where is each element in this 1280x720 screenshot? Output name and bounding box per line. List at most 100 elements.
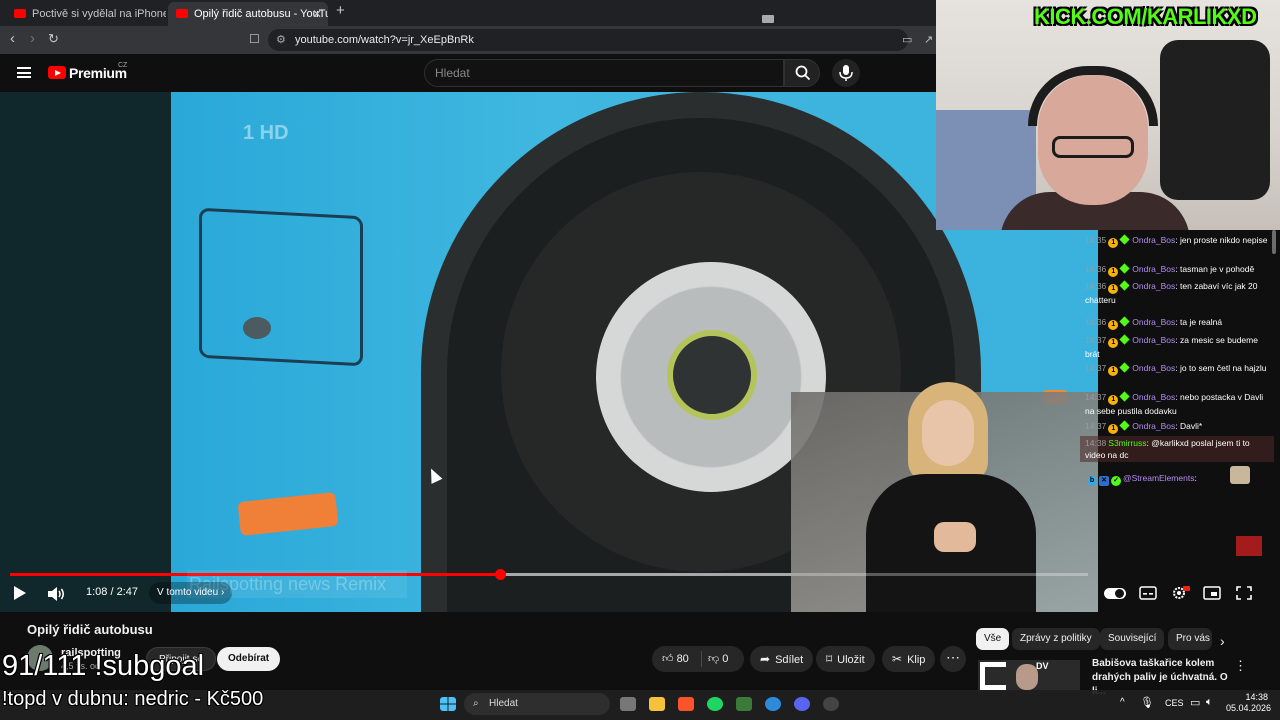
thumbs-down-icon: 👎︎ bbox=[708, 653, 720, 665]
chat-message: 14:37 1 Ondra_Bos: jo to sem četl na hajzl… bbox=[1085, 362, 1267, 376]
chat-message: 14:38 S3mirruss: @karlikxd poslal jsem ti… bbox=[1085, 438, 1250, 460]
browser-toolbar: ‹ › ↻ ☐ ⚙ youtube.com/watch?v=jr_XeEpBnR… bbox=[0, 26, 936, 54]
task-view-icon[interactable] bbox=[620, 697, 636, 711]
obs-icon[interactable] bbox=[823, 697, 839, 711]
youtube-favicon-icon bbox=[14, 9, 26, 18]
dislike-button[interactable]: 👎︎ 0 bbox=[708, 646, 728, 672]
chat-scrollbar[interactable] bbox=[1272, 230, 1276, 254]
region-code: CZ bbox=[118, 62, 128, 69]
bus-side-lamp bbox=[237, 491, 339, 537]
chat-emote-icon bbox=[1230, 466, 1250, 484]
bookmark-icon[interactable]: ☐ bbox=[249, 32, 260, 46]
windows-start-icon[interactable] bbox=[440, 697, 456, 711]
bookmark-icon: ⌑ bbox=[826, 652, 833, 666]
thumbnail-person bbox=[1016, 664, 1038, 690]
save-label: Uložit bbox=[837, 654, 865, 666]
settings-gear-icon[interactable] bbox=[1170, 585, 1190, 601]
thumbnail-graphic bbox=[980, 662, 1006, 690]
youtube-header: Premium CZ Hledat bbox=[0, 54, 936, 92]
keyboard-language[interactable]: CES bbox=[1165, 698, 1184, 708]
search-button[interactable] bbox=[784, 59, 820, 87]
site-info-icon[interactable]: ⚙ bbox=[276, 29, 286, 51]
file-explorer-icon[interactable] bbox=[649, 697, 665, 711]
browser-tab-bar: Poctivě si vydělal na iPhone, policie Op… bbox=[0, 0, 936, 26]
dislike-count: 0 bbox=[722, 653, 729, 665]
scissors-icon: ✂ bbox=[892, 652, 903, 666]
youtube-logo-icon[interactable] bbox=[48, 66, 66, 79]
chat-message: 14:36 1 Ondra_Bos: tasman je v pohodě bbox=[1085, 263, 1255, 277]
keyboard-icon[interactable] bbox=[762, 15, 774, 23]
interpreter-hands bbox=[934, 522, 976, 552]
browser-tab-2[interactable]: Opilý řidič autobusu - YouTube ✕ bbox=[168, 2, 328, 26]
chip-politics[interactable]: Zprávy z politiky bbox=[1012, 628, 1100, 650]
back-icon[interactable]: ‹ bbox=[10, 30, 15, 47]
fullscreen-icon[interactable] bbox=[1234, 585, 1254, 601]
spotify-icon[interactable] bbox=[707, 697, 723, 711]
voice-search-button[interactable] bbox=[832, 59, 860, 87]
ccleaner-icon[interactable] bbox=[765, 697, 781, 711]
search-input[interactable]: Hledat bbox=[424, 59, 784, 87]
chevron-up-icon[interactable]: ^ bbox=[1120, 697, 1125, 708]
chapter-button[interactable]: V tomto videu › bbox=[149, 582, 233, 604]
webcam-gaming-chair bbox=[1160, 40, 1270, 200]
more-actions-icon[interactable]: ⋯ bbox=[940, 646, 966, 672]
tab-title: Opilý řidič autobusu - YouTube bbox=[194, 8, 328, 20]
recommendation-thumbnail[interactable]: DV bbox=[978, 660, 1080, 690]
bus-panel bbox=[199, 207, 363, 367]
discord-icon[interactable] bbox=[794, 697, 810, 711]
reload-icon[interactable]: ↻ bbox=[48, 31, 59, 47]
chapter-label: V tomto videu bbox=[157, 587, 219, 598]
channel-badge-icon[interactable] bbox=[1236, 536, 1262, 556]
bus-panel-knob bbox=[243, 317, 271, 339]
chip-related[interactable]: Související bbox=[1100, 628, 1165, 650]
share-label: Sdílet bbox=[775, 654, 804, 666]
youtube-favicon-icon bbox=[176, 9, 188, 18]
clip-button[interactable]: ✂ Klip bbox=[882, 646, 936, 672]
play-icon[interactable] bbox=[14, 586, 26, 600]
webcam-glasses bbox=[1052, 136, 1134, 158]
notepad-icon[interactable] bbox=[736, 697, 752, 711]
chat-message: 14:37 1 Ondra_Bos: nebo postacka v Davli n… bbox=[1085, 391, 1264, 416]
forward-icon[interactable]: › bbox=[30, 30, 35, 47]
clock-time: 14:38 bbox=[1245, 692, 1268, 702]
autoplay-toggle[interactable] bbox=[1104, 588, 1126, 599]
share-button[interactable]: ➦ Sdílet bbox=[750, 646, 814, 672]
chevron-right-icon[interactable]: › bbox=[1220, 633, 1225, 649]
cast-icon[interactable]: ▭ bbox=[902, 33, 912, 46]
video-player[interactable]: 1 HD bbox=[0, 92, 1098, 612]
search-icon bbox=[795, 65, 811, 81]
volume-icon[interactable] bbox=[48, 587, 66, 601]
thumbs-up-icon: 👍︎ bbox=[662, 653, 674, 665]
taskbar-search[interactable]: ⌕ Hledat bbox=[464, 693, 610, 715]
stream-chat: 14:35 1 Ondra_Bos: jen proste nikdo nepise… bbox=[1080, 230, 1280, 492]
speaker-icon[interactable]: 🔈︎ bbox=[1206, 696, 1213, 709]
clip-label: Klip bbox=[907, 654, 926, 666]
kick-url-overlay: KICK.COM/KARLIKXD bbox=[1034, 4, 1257, 29]
interpreter-face bbox=[922, 400, 974, 466]
more-options-icon[interactable]: ⋮ bbox=[1234, 658, 1247, 674]
close-tab-icon[interactable]: ✕ bbox=[312, 2, 322, 26]
share-icon[interactable]: ↗ bbox=[924, 33, 933, 46]
save-button[interactable]: ⌑ Uložit bbox=[816, 646, 875, 672]
address-bar[interactable]: ⚙ youtube.com/watch?v=jr_XeEpBnRk bbox=[268, 29, 908, 51]
search-icon: ⌕ bbox=[473, 698, 479, 709]
brave-browser-icon[interactable] bbox=[678, 697, 694, 711]
top-donation-overlay: !topd v dubnu: nedric - Kč500 bbox=[2, 688, 264, 710]
subscribe-button[interactable]: Odebírat bbox=[217, 647, 281, 671]
wheel-hub bbox=[667, 330, 757, 420]
chevron-right-icon: › bbox=[220, 587, 225, 598]
browser-tab-1[interactable]: Poctivě si vydělal na iPhone, policie bbox=[6, 2, 166, 26]
subtitles-icon[interactable] bbox=[1138, 585, 1158, 601]
network-icon[interactable]: ▭ bbox=[1190, 696, 1200, 709]
system-clock[interactable]: 14:38 05.04.2026 bbox=[1226, 692, 1271, 714]
microphone-icon[interactable]: 🎙︎ bbox=[1140, 696, 1154, 709]
time-display: 1:08 / 2:47 bbox=[86, 586, 138, 598]
miniplayer-icon[interactable] bbox=[1202, 585, 1222, 601]
chat-message: 14:37 1 Ondra_Bos: Davli* bbox=[1085, 420, 1203, 434]
chip-all[interactable]: Vše bbox=[976, 628, 1010, 650]
like-count: 80 bbox=[676, 653, 689, 665]
chip-for-you[interactable]: Pro vás bbox=[1168, 628, 1212, 650]
hamburger-menu-icon[interactable] bbox=[17, 67, 31, 78]
like-button[interactable]: 👍︎ 80 bbox=[662, 646, 689, 672]
new-tab-icon[interactable]: + bbox=[336, 2, 345, 19]
